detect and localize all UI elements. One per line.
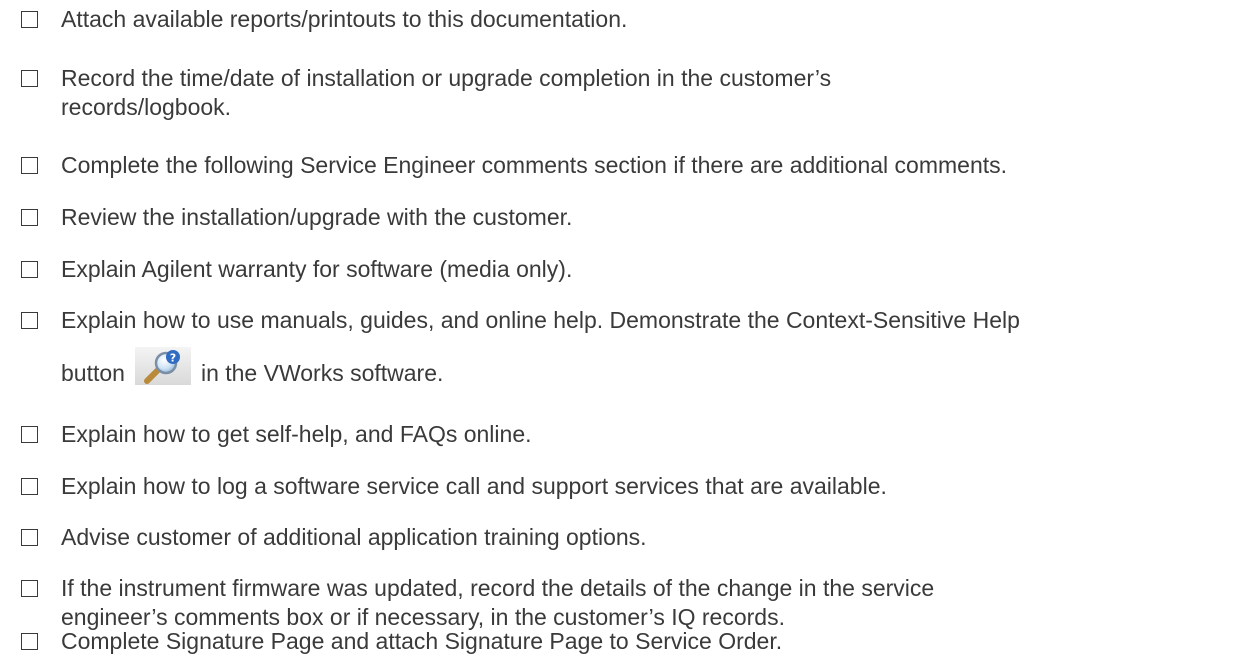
checkbox[interactable] [21, 11, 38, 28]
item-text: Attach available reports/printouts to th… [61, 6, 628, 32]
checkbox[interactable] [21, 478, 38, 495]
checkbox[interactable] [21, 312, 38, 329]
svg-text:?: ? [170, 351, 176, 364]
checkbox[interactable] [21, 426, 38, 443]
item-text: Complete the following Service Engineer … [61, 152, 1008, 178]
checkbox[interactable] [21, 580, 38, 597]
button-word: button [61, 360, 125, 386]
item-text: Explain Agilent warranty for software (m… [61, 256, 573, 282]
item-text: Explain how to use manuals, guides, and … [61, 307, 1020, 333]
context-sensitive-help-icon: ? [134, 346, 191, 385]
item-text: Complete Signature Page and attach Signa… [61, 628, 783, 654]
item-text: If the instrument firmware was updated, … [61, 575, 935, 601]
item-text-continued: records/logbook. [61, 94, 232, 120]
checkbox[interactable] [21, 261, 38, 278]
checkbox[interactable] [21, 209, 38, 226]
checkbox[interactable] [21, 70, 38, 87]
item-text: Record the time/date of installation or … [61, 65, 832, 91]
item-text: Explain how to get self-help, and FAQs o… [61, 421, 532, 447]
item-text: Advise customer of additional applicatio… [61, 524, 647, 550]
item-text-after-icon: in the VWorks software. [200, 360, 444, 386]
checkbox[interactable] [21, 633, 38, 650]
item-text: Review the installation/upgrade with the… [61, 204, 573, 230]
checkbox[interactable] [21, 529, 38, 546]
item-text: Explain how to log a software service ca… [61, 473, 887, 499]
item-text-continued: button ? in the VWorks software. [61, 346, 1260, 389]
checkbox[interactable] [21, 157, 38, 174]
